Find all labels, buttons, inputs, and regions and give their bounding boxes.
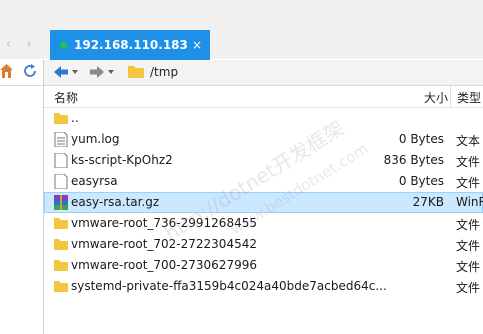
file-size: 0 Bytes [398, 132, 444, 146]
file-icon [54, 153, 68, 168]
folder-icon [54, 260, 68, 271]
column-size[interactable]: 大小 [424, 89, 448, 106]
file-type: 文件 [456, 155, 481, 169]
table-row[interactable]: .. [44, 108, 483, 129]
tab-title: 192.168.110.183 [74, 38, 188, 52]
file-size: 836 Bytes [383, 153, 444, 167]
folder-up-icon [54, 113, 68, 124]
file-name: vmware-root_702-2722304542 [71, 237, 257, 251]
file-icon [54, 174, 68, 189]
folder-icon [54, 281, 68, 292]
file-type: 文件 [456, 218, 481, 232]
folder-icon [128, 66, 144, 78]
archive-icon [54, 195, 68, 210]
column-name[interactable]: 名称 [54, 89, 78, 106]
file-type: 文本 [456, 134, 481, 148]
file-name: systemd-private-ffa3159b4c024a40bde7acbe… [71, 279, 387, 293]
file-type: WinR [456, 195, 483, 209]
close-tab-icon[interactable]: × [192, 38, 202, 52]
forward-history-dropdown[interactable] [108, 70, 114, 74]
file-name: easy-rsa.tar.gz [71, 195, 160, 209]
file-name: yum.log [71, 132, 120, 146]
table-row[interactable]: yum.log 0 Bytes 文本 [44, 129, 483, 150]
file-size: 0 Bytes [398, 174, 444, 188]
table-row-selected[interactable]: easy-rsa.tar.gz 27KB WinR [44, 192, 483, 213]
column-type[interactable]: 类型 [457, 89, 481, 106]
folder-icon [54, 239, 68, 250]
file-list: .. yum.log 0 Bytes 文本 ks-script-KpOhz2 8… [44, 108, 483, 297]
file-type: 文件 [456, 260, 481, 274]
file-type: 文件 [456, 239, 481, 253]
local-pane [0, 60, 44, 334]
path-input[interactable]: /tmp [150, 65, 178, 79]
connection-status-icon [60, 41, 67, 49]
file-name: ks-script-KpOhz2 [71, 153, 173, 167]
back-icon[interactable] [54, 65, 68, 79]
local-toolbar [0, 60, 43, 86]
table-row[interactable]: vmware-root_702-2722304542 文件 [44, 234, 483, 255]
file-name: easyrsa [71, 174, 118, 188]
tab-strip: ‹ › 192.168.110.183 × [0, 0, 483, 60]
tab-nav-arrows[interactable]: ‹ › [6, 37, 37, 51]
file-name: .. [71, 111, 79, 125]
file-type: 文件 [456, 281, 481, 295]
table-row[interactable]: systemd-private-ffa3159b4c024a40bde7acbe… [44, 276, 483, 297]
table-row[interactable]: vmware-root_736-2991268455 文件 [44, 213, 483, 234]
home-icon[interactable] [0, 64, 13, 78]
table-row[interactable]: vmware-root_700-2730627996 文件 [44, 255, 483, 276]
folder-icon [54, 218, 68, 229]
column-divider[interactable] [450, 86, 451, 107]
refresh-icon[interactable] [22, 63, 38, 79]
file-name: vmware-root_700-2730627996 [71, 258, 257, 272]
tab-session[interactable]: 192.168.110.183 × [50, 30, 210, 60]
file-list-header: 名称 大小 类型 [44, 86, 483, 108]
table-row[interactable]: ks-script-KpOhz2 836 Bytes 文件 [44, 150, 483, 171]
remote-toolbar: /tmp [44, 60, 483, 86]
table-row[interactable]: easyrsa 0 Bytes 文件 [44, 171, 483, 192]
back-history-dropdown[interactable] [72, 70, 78, 74]
forward-icon[interactable] [90, 65, 104, 79]
file-size: 27KB [412, 195, 444, 209]
text-file-icon [54, 132, 68, 147]
file-type: 文件 [456, 176, 481, 190]
file-name: vmware-root_736-2991268455 [71, 216, 257, 230]
